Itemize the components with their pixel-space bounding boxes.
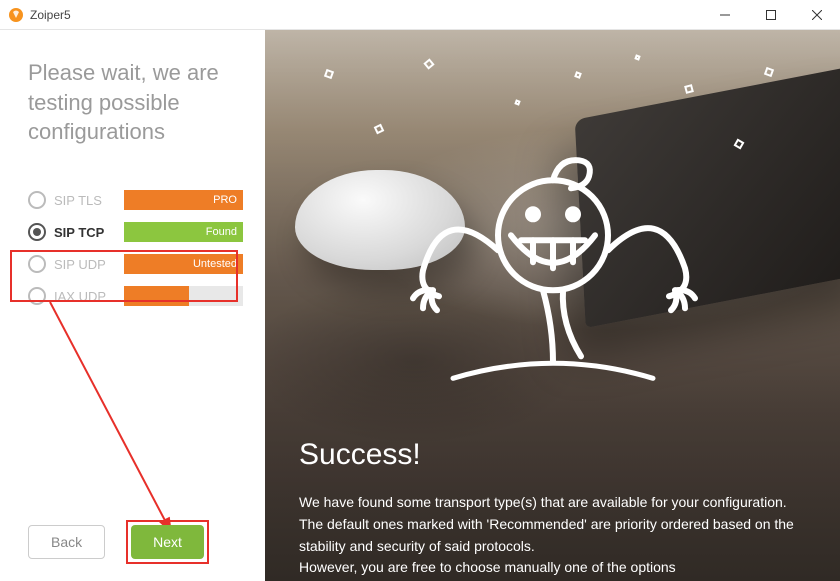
status-badge: Untested [193,254,237,274]
status-badge: Found [206,222,237,242]
success-line-3: However, you are free to choose manually… [299,559,676,575]
next-button[interactable]: Next [131,525,204,559]
status-bar: PRO [124,190,243,210]
radio-icon[interactable] [28,223,46,241]
status-bar: Found [124,222,243,242]
close-button[interactable] [794,0,840,30]
app-icon [8,7,24,23]
left-pane: Please wait, we are testing possible con… [0,30,265,581]
config-row-sip-tls[interactable]: SIP TLS PRO [28,189,243,211]
back-button[interactable]: Back [28,525,105,559]
back-button-label: Back [51,534,82,550]
annotation-arrow [40,302,200,552]
right-pane: Success! We have found some transport ty… [265,30,840,581]
mascot-icon [393,141,713,406]
titlebar: Zoiper5 [0,0,840,30]
config-row-iax-udp[interactable]: IAX UDP [28,285,243,307]
page-heading: Please wait, we are testing possible con… [28,58,243,147]
next-button-label: Next [153,534,182,550]
status-bar: Untested [124,254,243,274]
config-list: SIP TLS PRO SIP TCP Found SIP UDP Untested IAX… [28,189,243,307]
config-row-sip-tcp[interactable]: SIP TCP Found [28,221,243,243]
success-text: Success! We have found some transport ty… [299,438,806,579]
success-title: Success! [299,438,806,472]
bottom-nav: Back Next [28,525,243,559]
config-row-sip-udp[interactable]: SIP UDP Untested [28,253,243,275]
maximize-button[interactable] [748,0,794,30]
window-controls [702,0,840,30]
radio-icon[interactable] [28,191,46,209]
config-label: SIP UDP [54,257,124,272]
radio-icon[interactable] [28,255,46,273]
radio-icon[interactable] [28,287,46,305]
status-badge: PRO [213,190,237,210]
status-bar [124,286,243,306]
app-title: Zoiper5 [30,8,71,22]
success-line-1: We have found some transport type(s) tha… [299,494,787,510]
config-label: IAX UDP [54,289,124,304]
config-label: SIP TCP [54,225,124,240]
config-label: SIP TLS [54,193,124,208]
success-line-2: The default ones marked with 'Recommende… [299,516,794,554]
minimize-button[interactable] [702,0,748,30]
